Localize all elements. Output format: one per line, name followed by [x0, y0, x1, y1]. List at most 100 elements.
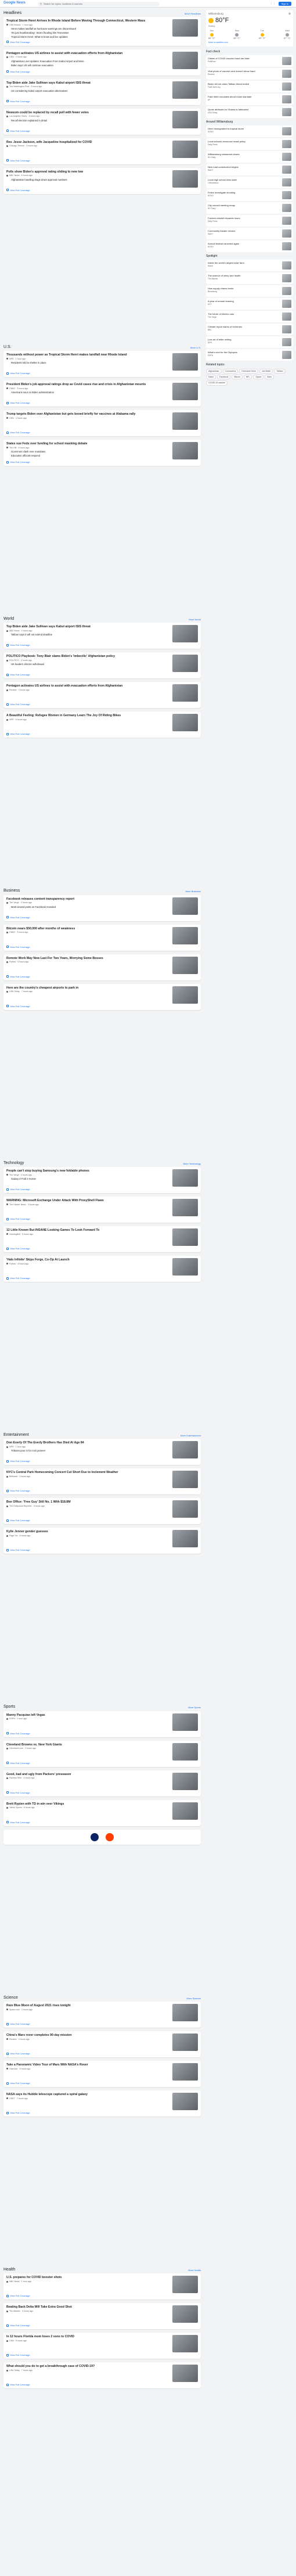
sidebar-headline[interactable]: The future of electric cars	[208, 312, 280, 315]
topic-chip[interactable]: Kabul	[206, 375, 216, 380]
sidebar-headline[interactable]: A year of remote learning	[208, 300, 280, 303]
lead-story[interactable]: 'Halo Infinite' Skips Forge, Co-Op At La…	[6, 1258, 198, 1276]
story-thumbnail[interactable]	[172, 2063, 198, 2081]
story-thumbnail[interactable]	[172, 1228, 198, 1246]
sub-headline[interactable]: Americans sour on Biden administration	[11, 391, 169, 394]
sidebar-thumbnail[interactable]	[282, 325, 291, 334]
headline-link[interactable]: States sue Feds over funding for school …	[6, 442, 169, 446]
lead-story[interactable]: Good, bad and ugly from Packers' preseas…	[6, 1772, 198, 1790]
sidebar-headline[interactable]: Henri downgraded to tropical storm	[208, 127, 280, 130]
full-coverage-link[interactable]: View Full Coverage	[6, 2354, 198, 2356]
story-thumbnail[interactable]	[172, 1802, 198, 1820]
sidebar-story[interactable]: How supply chains broke Bloomberg	[206, 285, 293, 297]
full-coverage-link[interactable]: View Full Coverage	[6, 1217, 198, 1220]
sidebar-story[interactable]: Viral photo of vaccine card doesn't show…	[206, 67, 293, 80]
lead-story[interactable]: Polls show Biden's approval rating slidi…	[6, 170, 198, 188]
headline-link[interactable]: Pentagon activates US airlines to assist…	[6, 52, 169, 56]
sidebar-headline[interactable]: Police investigate shooting	[208, 191, 280, 194]
lead-story[interactable]: Pentagon activates US airlines to assist…	[6, 684, 198, 702]
sidebar-thumbnail[interactable]	[282, 274, 291, 283]
lead-story[interactable]: 12 Little Known But INSANE Looking Games…	[6, 1228, 198, 1246]
sidebar-thumbnail[interactable]	[282, 261, 291, 270]
headline-link[interactable]: Rare Blue Moon of August 2021 rises toni…	[6, 2004, 169, 2008]
lead-story[interactable]: Cleveland Browns vs. New York Giants Clev…	[6, 1743, 198, 1761]
story-thumbnail[interactable]	[172, 655, 198, 673]
sub-headline[interactable]: US considering Kabul airport evacuation …	[11, 89, 169, 92]
full-coverage-link[interactable]: View Full Coverage	[6, 1821, 198, 1824]
full-coverage-link[interactable]: View Full Coverage	[6, 2052, 198, 2055]
story-thumbnail[interactable]	[172, 442, 198, 460]
story-thumbnail[interactable]	[172, 2004, 198, 2022]
lead-story[interactable]: Kylie Jenner gender guesses Page Six · 6 …	[6, 1530, 198, 1548]
headline-link[interactable]: Bitcoin nears $50,000 after months of we…	[6, 927, 169, 931]
lead-story[interactable]: WARNING: Microsoft Exchange Under Attack…	[6, 1199, 198, 1217]
full-coverage-link[interactable]: View Full Coverage	[6, 673, 198, 676]
lead-story[interactable]: Don Everly Of The Everly Brothers Has Di…	[6, 1441, 198, 1459]
sidebar-thumbnail[interactable]	[282, 178, 291, 187]
sub-headline[interactable]: Taliban says it will not extend deadline	[11, 633, 169, 636]
full-coverage-link[interactable]: View Full Coverage	[6, 2294, 198, 2297]
story-thumbnail[interactable]	[172, 1169, 198, 1187]
full-coverage-link[interactable]: View Full Coverage	[6, 946, 198, 949]
full-coverage-link[interactable]: View Full Coverage	[6, 916, 198, 919]
sub-story[interactable]: Afghanistan handling drags down approval…	[6, 178, 169, 181]
sidebar-headline[interactable]: Local high school wins state	[208, 178, 280, 181]
lead-story[interactable]: What should you do to get a breakthrough…	[6, 2365, 198, 2383]
section-more-link[interactable]: More Sports	[188, 1706, 201, 1709]
section-more-link[interactable]: More Business	[186, 890, 201, 893]
full-coverage-link[interactable]: View Full Coverage	[6, 975, 198, 978]
sub-story[interactable]: Biden says US will continue evacuation	[6, 64, 169, 67]
sidebar-thumbnail[interactable]	[282, 140, 291, 149]
section-title[interactable]: Sports	[3, 1705, 15, 1710]
sub-headline[interactable]: UK leaders criticize withdrawal	[11, 663, 169, 666]
sidebar-headline[interactable]: Fake letter circulates about mask mandat…	[208, 95, 280, 98]
full-coverage-link[interactable]: View Full Coverage	[6, 1549, 198, 1551]
story-thumbnail[interactable]	[172, 170, 198, 188]
section-title[interactable]: Headlines	[3, 11, 21, 16]
sub-headline[interactable]: Tributes pour in for rock pioneer	[11, 1449, 169, 1452]
full-coverage-link[interactable]: View Full Coverage	[6, 1188, 198, 1191]
topic-chip[interactable]: Space	[253, 375, 264, 380]
sidebar-story[interactable]: Local schools announce mask policy Daily …	[206, 138, 293, 150]
sub-headline[interactable]: Henri makes landfall as hurricane warnin…	[11, 27, 169, 30]
sub-headline[interactable]: Tropical Storm Henri: What to know and l…	[11, 35, 169, 38]
topic-chip[interactable]: Facebook	[216, 375, 231, 380]
sidebar-thumbnail[interactable]	[282, 107, 291, 116]
lead-story[interactable]: Remote Work May Now Last For Two Years, …	[6, 956, 198, 974]
full-coverage-link[interactable]: View Full Coverage	[6, 1519, 198, 1522]
sidebar-thumbnail[interactable]	[282, 287, 291, 296]
story-thumbnail[interactable]	[172, 2365, 198, 2383]
lead-story[interactable]: Pentagon activates US airlines to assist…	[6, 51, 198, 69]
headline-link[interactable]: China's Mars rover completes 90-day miss…	[6, 2034, 169, 2038]
sidebar-headline[interactable]: Annual festival canceled again	[208, 242, 280, 245]
sidebar-headline[interactable]: Farmers market expands hours	[208, 217, 280, 220]
headline-link[interactable]: POLITICO Playbook: Tony Blair slams Bide…	[6, 655, 169, 659]
section-more-link[interactable]: More U.S.	[190, 346, 201, 349]
full-coverage-link[interactable]: View Full Coverage	[6, 2082, 198, 2085]
sidebar-headline[interactable]: How supply chains broke	[208, 287, 280, 290]
story-thumbnail[interactable]	[172, 1772, 198, 1790]
full-coverage-link[interactable]: View Full Coverage	[6, 100, 198, 103]
sidebar-thumbnail[interactable]	[282, 338, 291, 347]
sidebar-thumbnail[interactable]	[282, 351, 291, 360]
story-thumbnail[interactable]	[172, 1471, 198, 1489]
full-coverage-link[interactable]: View Full Coverage	[6, 1732, 198, 1735]
full-coverage-link[interactable]: View Full Coverage	[6, 1460, 198, 1463]
sidebar-story[interactable]: Quote attributed to Obama is fabricated U…	[206, 106, 293, 118]
sidebar-headline[interactable]: What's next for the Olympics	[208, 351, 280, 354]
weather-card[interactable]: Williamsburg ⚙ 80°F Sunny Sun 86° 70° Mon 88° 7…	[206, 10, 293, 46]
lead-story[interactable]: Thousands without power as Tropical Stor…	[6, 353, 198, 371]
full-coverage-link[interactable]: View Full Coverage	[6, 1489, 198, 1492]
sub-headline[interactable]: Galaxy Z Fold 3 review	[11, 1177, 169, 1180]
headline-link[interactable]: Kylie Jenner gender guesses	[6, 1530, 169, 1534]
sidebar-thumbnail[interactable]	[282, 127, 291, 136]
lead-story[interactable]: Brett Rypien with TD in win over Vikings…	[6, 1802, 198, 1820]
story-thumbnail[interactable]	[172, 1441, 198, 1459]
sidebar-headline[interactable]: Climate report warns of extremes	[208, 325, 280, 328]
lead-story[interactable]: Top Biden aide Jake Sullivan says Kabul …	[6, 625, 198, 643]
apps-icon[interactable]: ⋮⋮	[270, 2, 276, 5]
story-thumbnail[interactable]	[172, 2276, 198, 2294]
sidebar-headline[interactable]: Inside the world's largest solar farm	[208, 261, 280, 264]
story-thumbnail[interactable]	[172, 1743, 198, 1761]
full-coverage-link[interactable]: View Full Coverage	[6, 1277, 198, 1280]
